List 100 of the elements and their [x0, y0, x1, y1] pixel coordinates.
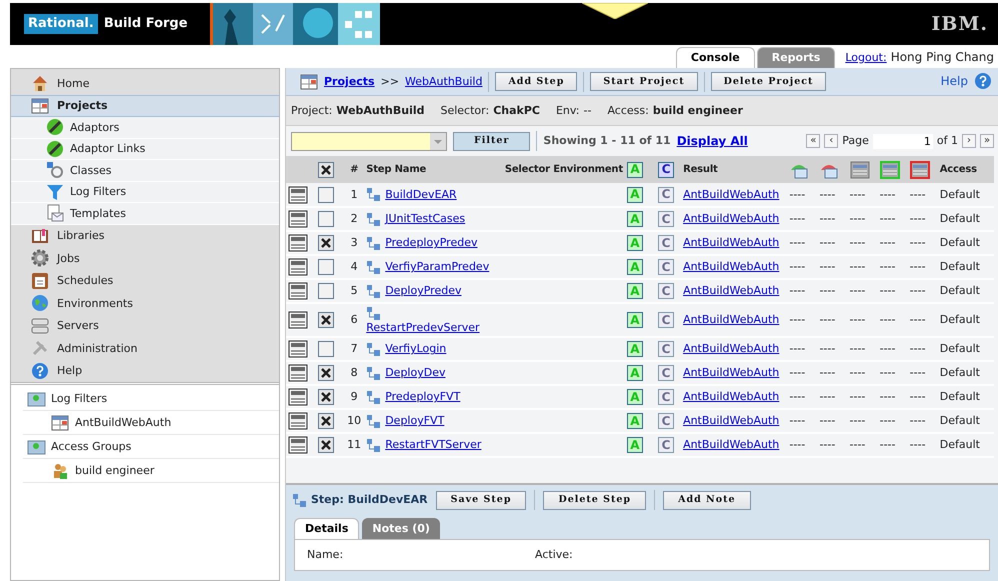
conditional-toggle[interactable]: C — [658, 389, 674, 405]
step-edit-icon[interactable] — [288, 412, 308, 430]
step-edit-icon[interactable] — [288, 210, 308, 228]
conditional-toggle[interactable]: C — [658, 186, 674, 202]
tree-item[interactable]: AntBuildWebAuth — [23, 411, 279, 435]
checkbox[interactable] — [318, 312, 334, 328]
help-link[interactable]: Help — [940, 74, 968, 89]
tab[interactable]: Notes (0) — [362, 518, 440, 539]
conditional-toggle[interactable]: C — [658, 235, 674, 251]
step-edit-icon[interactable] — [288, 388, 308, 406]
step-edit-icon[interactable] — [288, 364, 308, 382]
checkbox[interactable] — [318, 186, 334, 202]
sidebar-subitem[interactable]: Templates — [11, 203, 279, 224]
step-link[interactable]: PredeployPredev — [385, 236, 478, 250]
step-link[interactable]: JUnitTestCases — [385, 212, 466, 226]
page-field[interactable]: 1 — [872, 134, 933, 148]
step-button[interactable]: Delete Step — [543, 490, 646, 510]
result-link[interactable]: AntBuildWebAuth — [683, 284, 780, 298]
first-page-button[interactable]: « — [806, 134, 820, 148]
tree-item[interactable]: Access Groups — [23, 435, 279, 459]
conditional-toggle[interactable]: C — [658, 365, 674, 381]
conditional-toggle[interactable]: C — [658, 413, 674, 429]
conditional-toggle[interactable]: C — [658, 259, 674, 275]
checkbox[interactable] — [318, 259, 334, 275]
last-page-button[interactable]: » — [980, 134, 994, 148]
next-page-button[interactable]: › — [962, 134, 976, 148]
filter-button[interactable]: Filter — [453, 132, 530, 150]
step-link[interactable]: BuildDevEAR — [385, 188, 457, 202]
step-link[interactable]: VerfiyParamPredev — [385, 260, 490, 274]
logout-link[interactable]: Logout: — [845, 50, 887, 64]
step-button[interactable]: Add Note — [663, 490, 751, 510]
step-link[interactable]: PredeployFVT — [385, 390, 460, 404]
result-link[interactable]: AntBuildWebAuth — [683, 390, 780, 404]
step-link[interactable]: RestartFVTServer — [385, 438, 482, 452]
step-edit-icon[interactable] — [288, 282, 308, 300]
sidebar-item[interactable]: Environments — [11, 292, 279, 314]
sidebar-item[interactable]: Projects — [11, 94, 279, 117]
breadcrumb-link[interactable]: Projects — [324, 74, 375, 88]
sidebar-subitem[interactable]: Adaptors — [11, 117, 279, 138]
checkbox[interactable] — [318, 413, 334, 429]
result-link[interactable]: AntBuildWebAuth — [683, 236, 780, 250]
checkbox[interactable] — [318, 283, 334, 299]
result-link[interactable]: AntBuildWebAuth — [683, 414, 780, 428]
result-link[interactable]: AntBuildWebAuth — [683, 438, 780, 452]
tab[interactable]: Console — [676, 47, 755, 68]
step-link[interactable]: DeployFVT — [385, 414, 444, 428]
help-icon[interactable] — [974, 72, 994, 92]
step-edit-icon[interactable] — [288, 234, 308, 252]
conditional-toggle[interactable]: C — [658, 341, 674, 357]
result-link[interactable]: AntBuildWebAuth — [683, 366, 780, 380]
result-link[interactable]: AntBuildWebAuth — [683, 313, 780, 326]
result-link[interactable]: AntBuildWebAuth — [683, 188, 780, 201]
result-link[interactable]: AntBuildWebAuth — [683, 212, 780, 226]
step-link[interactable]: DeployDev — [385, 366, 446, 380]
conditional-column-toggle[interactable]: C — [658, 162, 674, 178]
checkbox[interactable] — [318, 211, 334, 227]
conditional-toggle[interactable]: C — [658, 437, 674, 453]
column-header: Access — [940, 164, 977, 174]
sidebar-item[interactable]: Libraries — [11, 224, 279, 247]
sidebar-item[interactable]: Administration — [11, 337, 279, 360]
sidebar-item[interactable]: Servers — [11, 314, 279, 337]
previous-page-button[interactable]: ‹ — [824, 134, 838, 148]
sidebar-item[interactable]: Jobs — [11, 247, 279, 270]
display-all-link[interactable]: Display All — [676, 134, 748, 148]
step-edit-icon[interactable] — [288, 340, 308, 358]
checkbox[interactable] — [318, 341, 334, 357]
checkbox[interactable] — [318, 389, 334, 405]
step-link[interactable]: DeployPredev — [385, 284, 462, 298]
checkbox[interactable] — [318, 365, 334, 381]
toolbar-button[interactable]: Add Step — [495, 72, 578, 91]
result-link[interactable]: AntBuildWebAuth — [683, 260, 780, 274]
toolbar-button[interactable]: Start Project — [590, 72, 698, 91]
toolbar-button[interactable]: Delete Project — [710, 72, 826, 91]
step-button[interactable]: Save Step — [436, 490, 526, 510]
step-edit-icon[interactable] — [288, 186, 308, 204]
table-cell: ---- — [850, 342, 866, 356]
tab[interactable]: Details — [294, 518, 360, 539]
checkbox[interactable] — [318, 437, 334, 453]
sidebar-subitem[interactable]: Log Filters — [11, 182, 279, 203]
conditional-toggle[interactable]: C — [658, 283, 674, 299]
conditional-toggle[interactable]: C — [658, 211, 674, 227]
tree-item[interactable]: Log Filters — [23, 387, 279, 411]
table-cell: ---- — [910, 284, 926, 298]
step-link[interactable]: RestartPredevServer — [366, 320, 495, 334]
step-edit-icon[interactable] — [288, 436, 308, 454]
checkbox[interactable] — [318, 235, 334, 251]
sidebar-subitem[interactable]: Classes — [11, 160, 279, 182]
step-link[interactable]: VerfiyLogin — [385, 342, 446, 356]
filter-combobox[interactable] — [291, 132, 447, 150]
tree-item[interactable]: build engineer — [23, 459, 279, 483]
checkbox[interactable] — [318, 162, 334, 178]
sidebar-subitem[interactable]: Adaptor Links — [11, 138, 279, 160]
result-link[interactable]: AntBuildWebAuth — [683, 342, 780, 356]
sidebar-item[interactable]: Help — [11, 360, 279, 382]
step-edit-icon[interactable] — [288, 258, 308, 276]
sidebar-item[interactable]: Schedules — [11, 270, 279, 292]
breadcrumb-link[interactable]: WebAuthBuild — [405, 74, 482, 88]
sidebar-item[interactable]: Home — [11, 72, 279, 94]
step-edit-icon[interactable] — [288, 311, 308, 329]
conditional-toggle[interactable]: C — [658, 312, 674, 328]
